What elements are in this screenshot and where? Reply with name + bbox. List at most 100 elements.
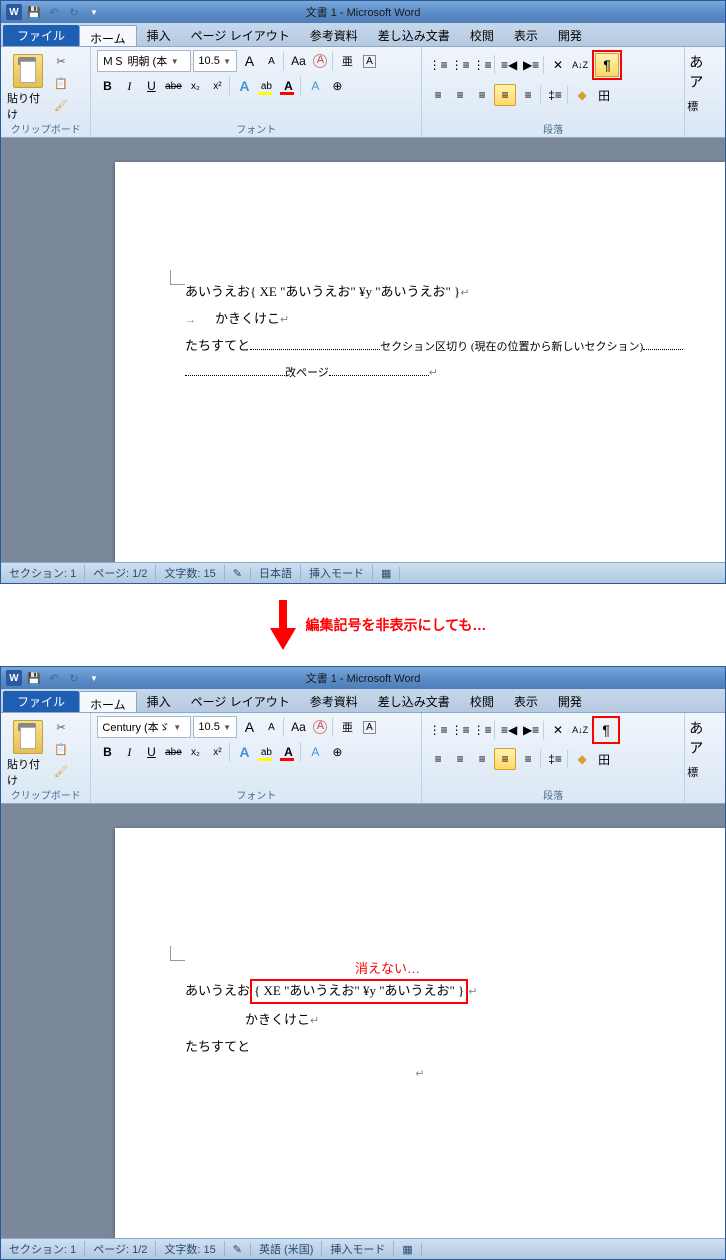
superscript-button[interactable]: x² [207,76,227,96]
doc-line-2[interactable]: かきくけこ↵ [185,309,655,330]
doc-line-3[interactable]: たちすてとセクション区切り (現在の位置から新しいセクション) [185,336,655,357]
redo-icon[interactable]: ↻ [65,3,83,21]
text-effects-icon[interactable]: A [229,76,254,96]
line-spacing-icon[interactable]: ‡≡ [540,749,565,769]
copy-icon[interactable]: 📋 [53,741,69,757]
borders-icon[interactable]: 田 [594,85,614,105]
highlight-icon[interactable]: ab [256,76,276,96]
text-effects-icon[interactable]: A [229,742,254,762]
qat-dropdown-icon[interactable]: ▼ [85,3,103,21]
doc-line-1[interactable]: あいうえお{ XE "あいうえお" ¥y "あいうえお" }↵ [185,282,655,303]
doc-line-1[interactable]: あいうえお{ XE "あいうえお" ¥y "あいうえお" }↵ [185,979,655,1004]
style-item[interactable]: あア [689,52,717,92]
tab-page-layout[interactable]: ページ レイアウト [181,23,300,46]
tab-references[interactable]: 参考資料 [300,689,368,712]
status-language[interactable]: 日本語 [251,565,301,581]
increase-indent-icon[interactable]: ▶≡ [521,720,541,740]
ltr-icon[interactable]: ✕ [543,55,568,75]
qat-dropdown-icon[interactable]: ▼ [85,669,103,687]
bullets-icon[interactable]: ⋮≡ [428,55,448,75]
tab-developer[interactable]: 開発 [548,23,592,46]
char-border-icon[interactable]: A [359,717,379,737]
save-icon[interactable]: 💾 [25,3,43,21]
format-painter-icon[interactable]: 🖌 [53,763,69,779]
grow-font-icon[interactable]: A [239,51,259,71]
shrink-font-icon[interactable]: A [261,51,281,71]
numbering-icon[interactable]: ⋮≡ [450,55,470,75]
doc-line-4[interactable]: ↵ [185,1063,655,1084]
font-name-combo[interactable]: ＭＳ 明朝 (本▼ [97,50,191,72]
show-hide-button[interactable]: ¶ [595,53,619,77]
underline-button[interactable]: U [141,76,161,96]
save-icon[interactable]: 💾 [25,669,43,687]
superscript-button[interactable]: x² [207,742,227,762]
undo-icon[interactable]: ↶ [45,669,63,687]
document-area[interactable]: あいうえお{ XE "あいうえお" ¥y "あいうえお" }↵ かきくけこ↵ た… [1,138,725,562]
status-macro-icon[interactable]: ▦ [373,567,400,580]
style-item[interactable]: あア [689,718,717,758]
tab-file[interactable]: ファイル [3,25,79,46]
status-language[interactable]: 英語 (米国) [251,1241,322,1257]
font-size-combo[interactable]: 10.5▼ [193,716,237,738]
format-painter-icon[interactable]: 🖌 [53,97,69,113]
bold-button[interactable]: B [97,76,117,96]
distributed-icon[interactable]: ≡ [518,85,538,105]
tab-review[interactable]: 校閲 [460,23,504,46]
strikethrough-button[interactable]: abe [163,742,183,762]
subscript-button[interactable]: x₂ [185,742,205,762]
app-icon[interactable]: W [5,3,23,21]
doc-line-3[interactable]: たちすてと [185,1037,655,1058]
tab-file[interactable]: ファイル [3,691,79,712]
sort-icon[interactable]: A↓Z [570,720,590,740]
subscript-button[interactable]: x₂ [185,76,205,96]
justify-icon[interactable]: ≡ [494,84,516,106]
change-styles[interactable]: 標 [687,98,719,114]
tab-home[interactable]: ホーム [79,691,137,712]
shrink-font-icon[interactable]: A [261,717,281,737]
tab-mailings[interactable]: 差し込み文書 [368,689,460,712]
justify-icon[interactable]: ≡ [494,748,516,770]
doc-line-4[interactable]: 改ページ↵ [185,362,655,383]
status-proof-icon[interactable]: ✎ [225,1243,251,1256]
cut-icon[interactable]: ✂ [53,719,69,735]
decrease-indent-icon[interactable]: ≡◀ [494,720,519,740]
sort-icon[interactable]: A↓Z [570,55,590,75]
clear-format-icon[interactable]: A [310,51,330,71]
underline-button[interactable]: U [141,742,161,762]
status-section[interactable]: セクション: 1 [1,565,85,581]
tab-home[interactable]: ホーム [79,25,137,46]
change-styles[interactable]: 標 [687,764,719,780]
italic-button[interactable]: I [119,76,139,96]
phonetic-guide-icon[interactable]: 亜 [332,717,357,737]
strikethrough-button[interactable]: abe [163,76,183,96]
multilevel-icon[interactable]: ⋮≡ [472,720,492,740]
tab-page-layout[interactable]: ページ レイアウト [181,689,300,712]
grow-font-icon[interactable]: A [239,717,259,737]
undo-icon[interactable]: ↶ [45,3,63,21]
font-name-combo[interactable]: Century (本ゞ▼ [97,716,191,738]
tab-insert[interactable]: 挿入 [137,23,181,46]
bullets-icon[interactable]: ⋮≡ [428,720,448,740]
status-page[interactable]: ページ: 1/2 [85,1241,156,1257]
shading-icon[interactable]: ◆ [567,85,592,105]
align-center-icon[interactable]: ≡ [450,85,470,105]
clear-format-icon[interactable]: A [310,717,330,737]
tab-insert[interactable]: 挿入 [137,689,181,712]
numbering-icon[interactable]: ⋮≡ [450,720,470,740]
shading-icon[interactable]: ◆ [567,749,592,769]
cut-icon[interactable]: ✂ [53,53,69,69]
enclose-char-icon[interactable]: ⊕ [327,76,347,96]
line-spacing-icon[interactable]: ‡≡ [540,85,565,105]
align-right-icon[interactable]: ≡ [472,85,492,105]
align-right-icon[interactable]: ≡ [472,749,492,769]
redo-icon[interactable]: ↻ [65,669,83,687]
status-page[interactable]: ページ: 1/2 [85,565,156,581]
multilevel-icon[interactable]: ⋮≡ [472,55,492,75]
status-section[interactable]: セクション: 1 [1,1241,85,1257]
char-scale-icon[interactable]: A [300,742,325,762]
phonetic-guide-icon[interactable]: 亜 [332,51,357,71]
tab-review[interactable]: 校閲 [460,689,504,712]
change-case-icon[interactable]: Aa [283,51,308,71]
align-left-icon[interactable]: ≡ [428,749,448,769]
tab-references[interactable]: 参考資料 [300,23,368,46]
